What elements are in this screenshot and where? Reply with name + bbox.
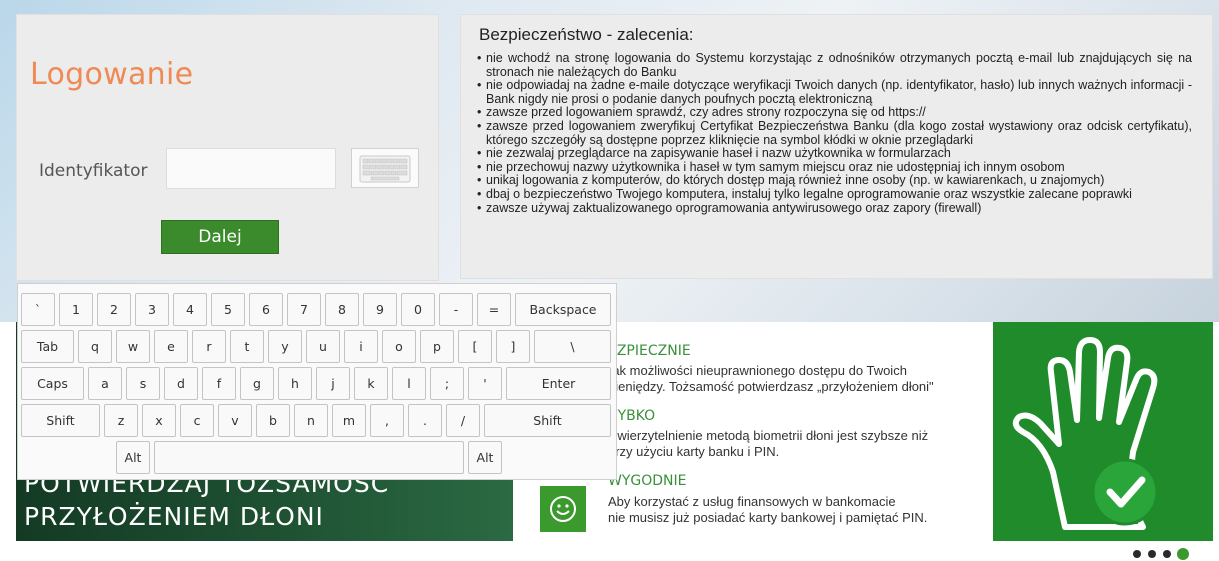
key-r[interactable]: r — [192, 330, 226, 363]
key-h[interactable]: h — [278, 367, 312, 400]
key-z[interactable]: z — [104, 404, 138, 437]
key-o[interactable]: o — [382, 330, 416, 363]
key-4[interactable]: 4 — [173, 293, 207, 326]
key-equals[interactable]: = — [477, 293, 511, 326]
key-u[interactable]: u — [306, 330, 340, 363]
key-semicolon[interactable]: ; — [430, 367, 464, 400]
identifier-input[interactable] — [166, 148, 336, 189]
key-space[interactable] — [154, 441, 464, 474]
slider-dot-active[interactable] — [1177, 548, 1189, 560]
security-panel: Bezpieczeństwo - zalecenia: nie wchodź n… — [460, 14, 1213, 279]
key-backspace[interactable]: Backspace — [515, 293, 611, 326]
key-caps[interactable]: Caps — [21, 367, 84, 400]
key-shift-left[interactable]: Shift — [21, 404, 100, 437]
virtual-keyboard: ` 1 2 3 4 5 6 7 8 9 0 - = Backspace Tab … — [17, 283, 617, 480]
feature-text-convenient: Aby korzystać z usług finansowych w bank… — [608, 494, 928, 525]
key-period[interactable]: . — [408, 404, 442, 437]
security-item: nie wchodź na stronę logowania do System… — [477, 51, 1192, 79]
key-e[interactable]: e — [154, 330, 188, 363]
key-comma[interactable]: , — [370, 404, 404, 437]
security-item: dbaj o bezpieczeństwo Twojego komputera,… — [477, 187, 1192, 202]
key-a[interactable]: a — [88, 367, 122, 400]
key-tab[interactable]: Tab — [21, 330, 74, 363]
hand-panel — [993, 322, 1213, 541]
key-s[interactable]: s — [126, 367, 160, 400]
key-c[interactable]: c — [180, 404, 214, 437]
key-0[interactable]: 0 — [401, 293, 435, 326]
key-1[interactable]: 1 — [59, 293, 93, 326]
key-6[interactable]: 6 — [249, 293, 283, 326]
slider-dot[interactable] — [1148, 550, 1156, 558]
security-item: nie przechowuj nazwy użytkownika i haseł… — [477, 160, 1192, 175]
feature-text-fast: Uwierzytelnienie metodą biometrii dłoni … — [608, 428, 929, 459]
key-x[interactable]: x — [142, 404, 176, 437]
feature-title-safe: EZPIECZNIE — [608, 343, 691, 359]
key-j[interactable]: j — [316, 367, 350, 400]
key-5[interactable]: 5 — [211, 293, 245, 326]
slider-dot[interactable] — [1133, 550, 1141, 558]
key-b[interactable]: b — [256, 404, 290, 437]
slider-dot[interactable] — [1163, 550, 1171, 558]
feature-title-convenient: WYGODNIE — [608, 473, 687, 489]
key-l[interactable]: l — [392, 367, 426, 400]
key-bracket-left[interactable]: [ — [458, 330, 492, 363]
security-list: nie wchodź na stronę logowania do System… — [477, 51, 1192, 216]
promo-headline-line2: PRZYŁOŻENIEM DŁONI — [24, 502, 324, 531]
key-k[interactable]: k — [354, 367, 388, 400]
key-m[interactable]: m — [332, 404, 366, 437]
virtual-keyboard-icon[interactable] — [351, 148, 419, 188]
security-title: Bezpieczeństwo - zalecenia: — [479, 25, 694, 44]
key-backtick[interactable]: ` — [21, 293, 55, 326]
login-panel: Logowanie Identyfikator Dalej — [16, 14, 439, 281]
key-slash[interactable]: / — [446, 404, 480, 437]
key-alt-left[interactable]: Alt — [116, 441, 150, 474]
key-shift-right[interactable]: Shift — [484, 404, 611, 437]
key-2[interactable]: 2 — [97, 293, 131, 326]
login-title: Logowanie — [30, 57, 194, 92]
key-alt-right[interactable]: Alt — [468, 441, 502, 474]
key-quote[interactable]: ' — [468, 367, 502, 400]
security-item: unikaj logowania z komputerów, do któryc… — [477, 174, 1192, 188]
security-item: zawsze używaj zaktualizowanego oprogramo… — [477, 201, 1192, 216]
security-item: zawsze przed logowaniem zweryfikuj Certy… — [477, 119, 1192, 147]
key-backslash[interactable]: \ — [534, 330, 611, 363]
key-v[interactable]: v — [218, 404, 252, 437]
key-t[interactable]: t — [230, 330, 264, 363]
key-w[interactable]: w — [116, 330, 150, 363]
identifier-label: Identyfikator — [39, 161, 148, 181]
key-p[interactable]: p — [420, 330, 454, 363]
key-y[interactable]: y — [268, 330, 302, 363]
key-enter[interactable]: Enter — [506, 367, 611, 400]
key-9[interactable]: 9 — [363, 293, 397, 326]
security-item: zawsze przed logowaniem sprawdź, czy adr… — [477, 106, 1192, 120]
next-button[interactable]: Dalej — [161, 220, 279, 254]
key-f[interactable]: f — [202, 367, 236, 400]
security-item: nie odpowiadaj na żadne e-maile dotycząc… — [477, 78, 1192, 106]
key-bracket-right[interactable]: ] — [496, 330, 530, 363]
hand-icon — [1012, 337, 1159, 530]
key-minus[interactable]: - — [439, 293, 473, 326]
key-q[interactable]: q — [78, 330, 112, 363]
feature-text-safe: rak możliwości nieuprawnionego dostępu d… — [608, 363, 934, 394]
key-g[interactable]: g — [240, 367, 274, 400]
key-d[interactable]: d — [164, 367, 198, 400]
key-i[interactable]: i — [344, 330, 378, 363]
key-7[interactable]: 7 — [287, 293, 321, 326]
smiley-icon — [540, 486, 586, 532]
security-item: nie zezwalaj przeglądarce na zapisywanie… — [477, 147, 1192, 161]
key-8[interactable]: 8 — [325, 293, 359, 326]
key-n[interactable]: n — [294, 404, 328, 437]
key-3[interactable]: 3 — [135, 293, 169, 326]
